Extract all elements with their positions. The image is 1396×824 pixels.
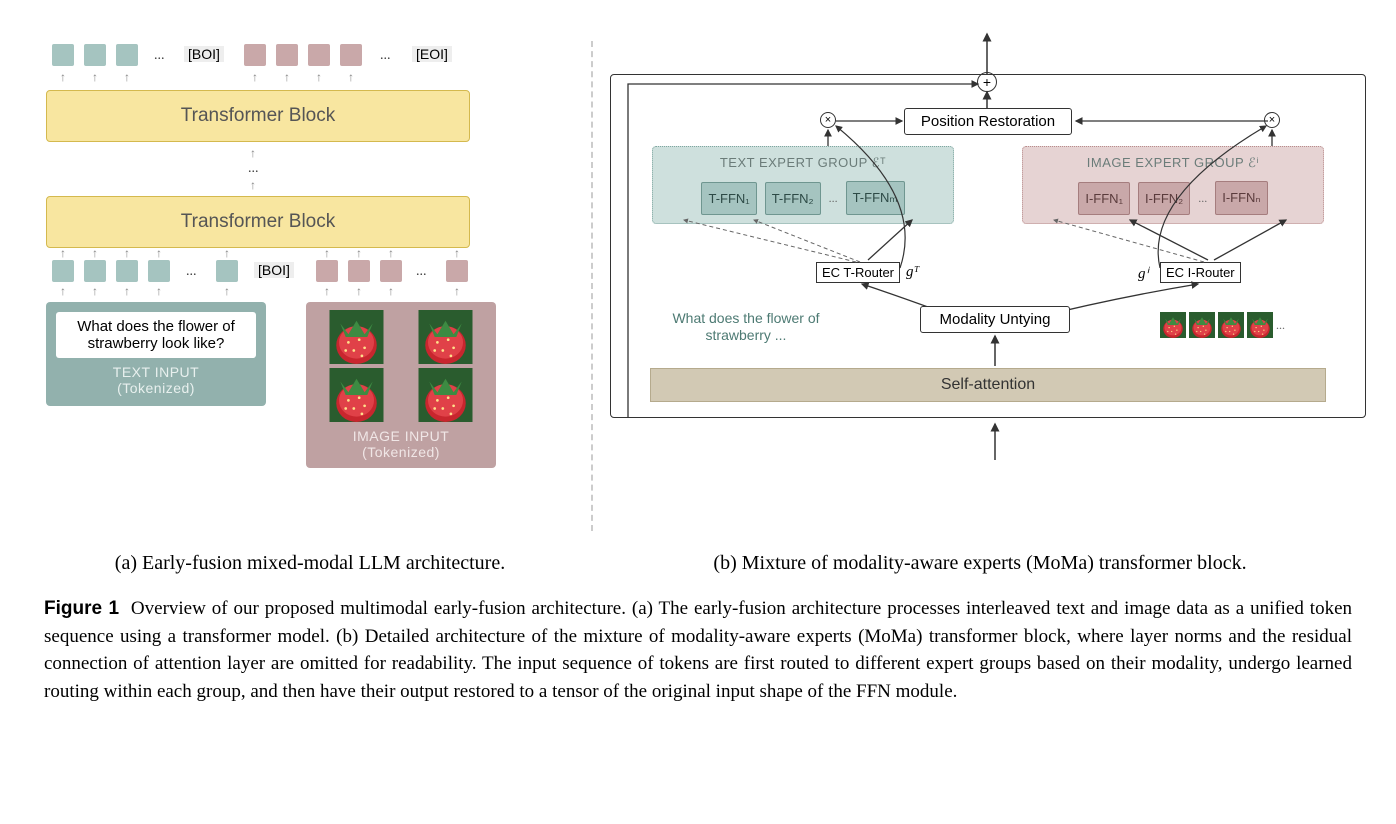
caption-b: (b) Mixture of modality-aware experts (M… <box>580 546 1356 575</box>
output-token-image <box>308 44 330 66</box>
output-token-text <box>84 44 106 66</box>
input-token-image <box>316 260 338 282</box>
ellipsis: ... <box>1276 318 1285 333</box>
input-token-text <box>116 260 138 282</box>
output-token-image <box>340 44 362 66</box>
thumb-icon <box>1247 312 1273 338</box>
image-input-title: IMAGE INPUT <box>314 428 488 444</box>
image-input-subtitle: (Tokenized) <box>314 444 488 460</box>
output-token-image <box>244 44 266 66</box>
eoi-tag: [EOI] <box>412 46 452 62</box>
ellipsis: ... <box>154 48 165 64</box>
transformer-block-bottom: Transformer Block <box>46 196 470 248</box>
input-token-image <box>446 260 468 282</box>
thumb-icon <box>1218 312 1244 338</box>
input-token-text <box>216 260 238 282</box>
output-token-text <box>52 44 74 66</box>
image-tile <box>314 368 399 422</box>
transformer-block-top: Transformer Block <box>46 90 470 142</box>
input-token-image <box>380 260 402 282</box>
ellipsis: ... <box>186 264 197 280</box>
output-token-text <box>116 44 138 66</box>
caption-a: (a) Early-fusion mixed-modal LLM archite… <box>40 546 580 575</box>
figure-caption: Figure 1 Overview of our proposed multim… <box>40 595 1356 705</box>
input-token-image <box>348 260 370 282</box>
image-tile <box>314 310 399 364</box>
ellipsis: ... <box>248 161 259 177</box>
image-tile <box>403 310 488 364</box>
text-input-subtitle: (Tokenized) <box>56 380 256 396</box>
input-token-text <box>84 260 106 282</box>
thumb-icon <box>1160 312 1186 338</box>
text-input-card: What does the flower of strawberry look … <box>46 302 266 406</box>
ellipsis: ... <box>380 48 391 64</box>
sample-text-tokens: What does the flower of strawberry ... <box>656 310 836 344</box>
boi-tag: [BOI] <box>254 262 294 278</box>
output-token-image <box>276 44 298 66</box>
text-input-title: TEXT INPUT <box>56 364 256 380</box>
input-token-text <box>148 260 170 282</box>
thumb-icon <box>1189 312 1215 338</box>
image-input-card: IMAGE INPUT (Tokenized) <box>306 302 496 468</box>
sample-image-thumbnails: ... <box>1160 312 1285 338</box>
self-attention-block: Self-attention <box>650 368 1326 402</box>
text-prompt: What does the flower of strawberry look … <box>56 312 256 358</box>
panel-divider <box>591 41 593 531</box>
panel-early-fusion: ... [BOI] ... [EOI] ↑ ↑ ↑ ↑ ↑ ↑ ↑ Transf… <box>40 28 580 538</box>
image-tile <box>403 368 488 422</box>
panel-moma-block: + Position Restoration × × TEXT EXPERT G… <box>604 28 1356 538</box>
boi-tag: [BOI] <box>184 46 224 62</box>
modality-untying: Modality Untying <box>920 306 1070 333</box>
figure-text: Overview of our proposed multimodal earl… <box>44 598 1352 702</box>
figure-label: Figure 1 <box>44 598 119 619</box>
input-token-text <box>52 260 74 282</box>
ellipsis: ... <box>416 264 427 280</box>
